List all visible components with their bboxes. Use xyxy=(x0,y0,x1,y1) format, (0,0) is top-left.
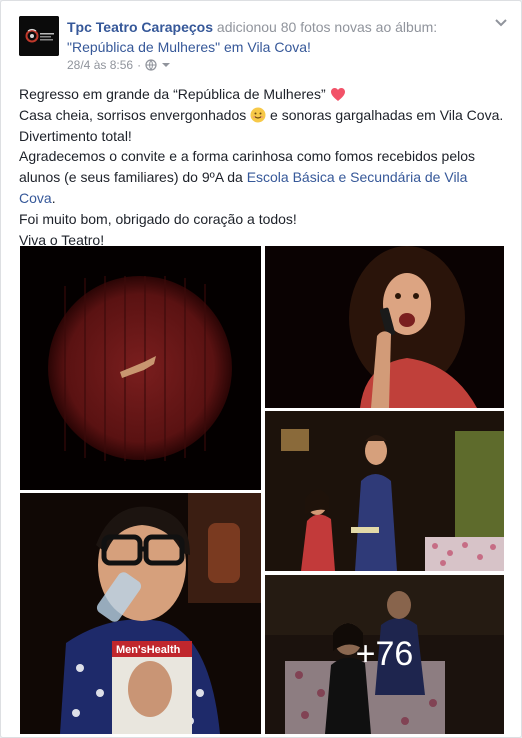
post-timestamp[interactable]: 28/4 às 8:56 xyxy=(67,58,133,72)
svg-text:Men'sHealth: Men'sHealth xyxy=(116,644,181,656)
post-text-segment: Regresso em grande da “República de Mulh… xyxy=(19,86,330,102)
school-link-continued[interactable]: Cova xyxy=(19,190,52,206)
post-line: Cova. xyxy=(19,188,511,209)
post-card: Tpc Teatro Carapeços adicionou 80 fotos … xyxy=(0,0,522,738)
page-avatar[interactable] xyxy=(19,16,59,56)
audience-dropdown-icon[interactable] xyxy=(161,60,171,70)
photo-spotlight-hand[interactable] xyxy=(20,246,261,490)
smile-emoji-icon xyxy=(250,107,266,123)
more-photos-count[interactable]: +76 xyxy=(265,575,504,734)
post-text-segment: Casa cheia, sorrisos envergonhados xyxy=(19,106,251,123)
photo-woman-phone[interactable] xyxy=(265,246,504,408)
post-line: Foi muito bom, obrigado do coração a tod… xyxy=(19,210,297,227)
globe-icon[interactable] xyxy=(145,59,157,71)
photo-woman-glasses-bottle[interactable]: Men'sHealth xyxy=(20,493,261,734)
post-text-segment: e sonoras gargalhadas em Vila Cova. xyxy=(266,106,504,123)
post-header: Tpc Teatro Carapeços adicionou 80 fotos … xyxy=(67,17,487,57)
page-logo-icon xyxy=(19,16,59,56)
post-line: Casa cheia, sorrisos envergonhados e son… xyxy=(19,105,511,126)
post-text-segment: . xyxy=(51,189,56,206)
school-link[interactable]: Escola Básica e Secundária de Vila xyxy=(247,169,468,185)
chevron-down-icon[interactable] xyxy=(493,15,509,31)
album-title-link[interactable]: "República de Mulheres" em Vila Cova! xyxy=(67,39,311,55)
post-meta: 28/4 às 8:56 · xyxy=(67,58,171,72)
meta-separator: · xyxy=(137,58,142,72)
post-text-segment: alunos (e seus familiares) do 9ºA da xyxy=(19,169,247,186)
post-message: Regresso em grande da “República de Mulh… xyxy=(19,84,511,250)
post-action-text: adicionou 80 fotos novas ao álbum: xyxy=(213,19,438,35)
post-line: alunos (e seus familiares) do 9ºA da Esc… xyxy=(19,167,511,188)
post-line: Regresso em grande da “República de Mulh… xyxy=(19,84,511,105)
heart-emoji-icon xyxy=(330,88,345,101)
post-line: Divertimento total! xyxy=(19,127,132,144)
post-line: Agradecemos o convite e a forma carinhos… xyxy=(19,148,476,165)
photo-more[interactable]: +76 xyxy=(265,575,504,734)
page-name-link[interactable]: Tpc Teatro Carapeços xyxy=(67,19,213,35)
photo-scene-two-women[interactable] xyxy=(265,411,504,571)
